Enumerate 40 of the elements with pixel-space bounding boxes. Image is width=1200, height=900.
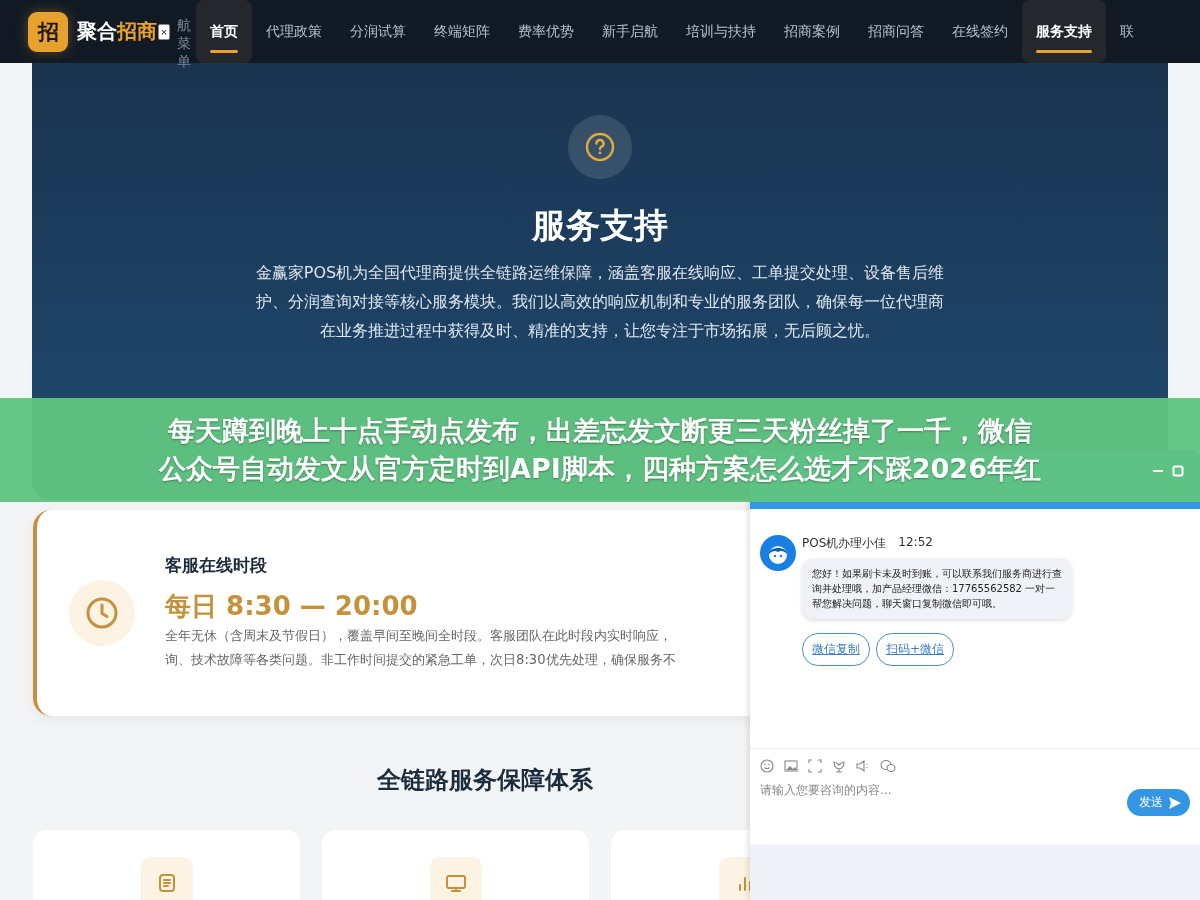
nav-tab[interactable]: 招商问答 [854,0,938,63]
nav-tab[interactable]: 费率优势 [504,0,588,63]
quick-reply-button[interactable]: 微信复制 [802,633,870,666]
chat-bubbles-icon[interactable] [880,759,896,773]
nav-tab[interactable]: 代理政策 [252,0,336,63]
nav-tab[interactable]: 服务支持 [1022,0,1106,63]
image-icon[interactable] [784,759,798,773]
hours-description: 全年无休（含周末及节假日），覆盖早间至晚间全时段。客服团队在此时段内实时响应， [165,627,673,645]
hours-title: 客服在线时段 [165,554,268,577]
logo-text[interactable]: 聚合招商 [77,18,157,45]
quick-reply-button[interactable]: 扫码+微信 [876,633,955,666]
close-button[interactable]: × [158,23,170,40]
speaker-icon[interactable] [856,759,870,773]
hours-description: 询、技术故障等各类问题。非工作时间提交的紧急工单，次日8:30优先处理，确保服务不 [165,651,676,669]
nav-tab[interactable]: 终端矩阵 [420,0,504,63]
flower-icon[interactable] [832,759,846,773]
menu-label: 航菜单 [177,15,191,71]
maximize-icon[interactable] [1172,465,1184,477]
hero-text: 金赢家POS机为全国代理商提供全链路运维保障，涵盖客服在线响应、工单提交处理、设备售后维护、分润查询对接等核心服务模块。我们以高效的响应机制和专业的服务团队，确保每一位代理商在业务推进过程中获得及时、精准的支持，让您专注于市场拓展，无后顾之忧。 [255,261,945,342]
hours-time: 每日 8:30 — 20:00 [165,590,419,623]
document-icon [140,857,193,900]
message-bubble: 您好！如果刷卡未及时到账，可以联系我们服务商进行查询并处理哦，加产品经理微信：17765562582 一对一帮您解决问题，聊天窗口复制微信即可哦。 [802,558,1072,619]
nav-tab[interactable]: 联 [1106,0,1148,63]
message-time: 12:52 [898,535,933,551]
section-title: 全链路服务保障体系 [377,765,593,796]
monitor-icon [429,857,482,900]
nav-tab[interactable]: 在线签约 [938,0,1022,63]
send-icon [1168,795,1182,810]
emoji-icon[interactable] [760,759,774,773]
fullscreen-icon[interactable] [808,759,822,773]
logo-mark: 招 [28,11,68,52]
avatar-icon [760,535,796,571]
nav-tab[interactable]: 新手启航 [588,0,672,63]
nav-tab[interactable]: 招商案例 [770,0,854,63]
nav-tab[interactable]: 首页 [196,0,252,63]
nav-tab[interactable]: 培训与扶持 [672,0,770,63]
nav-tab[interactable]: 分润试算 [336,0,420,63]
sender-name: POS机办理小佳 [802,535,887,552]
message-input[interactable]: 请输入您要咨询的内容... [760,779,1127,801]
hero-title: 服务支持 [532,205,668,246]
